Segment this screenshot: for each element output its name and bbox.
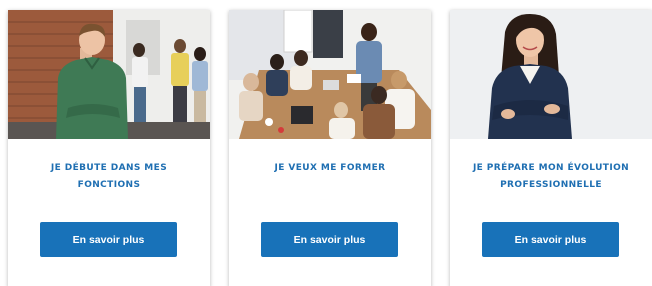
- card-debut-fonctions: JE DÉBUTE DANS MES FONCTIONS En savoir p…: [8, 10, 210, 286]
- card-title: JE PRÉPARE MON ÉVOLUTION PROFESSIONNELLE: [458, 160, 644, 194]
- en-savoir-plus-button[interactable]: En savoir plus: [482, 222, 619, 257]
- card-title: JE DÉBUTE DANS MES FONCTIONS: [16, 160, 202, 194]
- en-savoir-plus-button[interactable]: En savoir plus: [261, 222, 398, 257]
- card-title-line: FONCTIONS: [77, 180, 141, 190]
- man-in-green-shirt-office-photo: [8, 10, 210, 139]
- card-title: JE VEUX ME FORMER: [237, 160, 423, 177]
- card-title-line: JE DÉBUTE DANS MES: [50, 163, 168, 173]
- card-title-line: JE PRÉPARE MON ÉVOLUTION: [472, 163, 630, 173]
- card-veux-me-former: JE VEUX ME FORMER En savoir plus: [229, 10, 431, 286]
- career-cards-section: JE DÉBUTE DANS MES FONCTIONS En savoir p…: [0, 0, 652, 286]
- team-meeting-around-table-photo: [229, 10, 431, 139]
- businesswoman-arms-crossed-photo: [450, 10, 652, 139]
- card-title-line: PROFESSIONNELLE: [500, 180, 602, 190]
- en-savoir-plus-button[interactable]: En savoir plus: [40, 222, 177, 257]
- card-evolution-professionnelle: JE PRÉPARE MON ÉVOLUTION PROFESSIONNELLE…: [450, 10, 652, 286]
- card-title-line: JE VEUX ME FORMER: [274, 163, 386, 173]
